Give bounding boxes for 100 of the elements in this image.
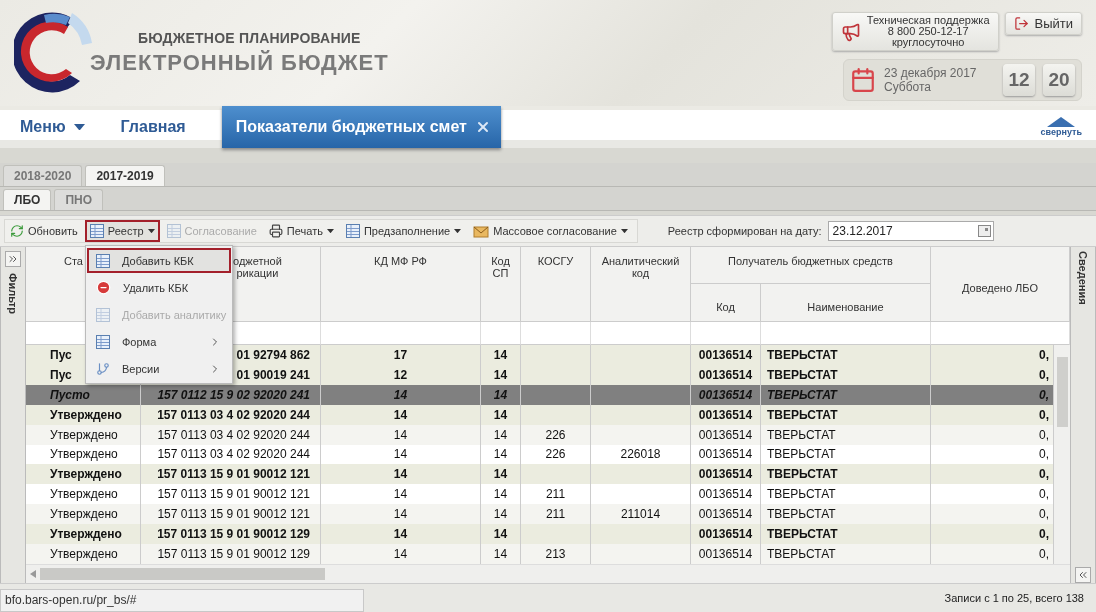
table-cell: 226 bbox=[545, 427, 566, 442]
table-cell: ТВЕРЬСТАТ bbox=[767, 347, 838, 362]
table-cell: Пус bbox=[50, 367, 72, 382]
table-cell: 01 92794 862 bbox=[236, 347, 310, 362]
table-row[interactable]: Утверждено 157 0113 15 9 01 90012 121 14 14 211 00136514 ТВЕРЬСТАТ 0, bbox=[26, 484, 1054, 505]
info-label[interactable]: Сведения bbox=[1077, 251, 1089, 305]
table-cell: 0, bbox=[1039, 507, 1049, 522]
table-cell: 0, bbox=[1039, 347, 1049, 362]
nav-tab[interactable]: Показатели бюджетных смет bbox=[221, 106, 501, 148]
table-cell: 00136514 bbox=[698, 467, 753, 482]
chevrons-icon bbox=[7, 253, 19, 265]
brand-subtitle: БЮДЖЕТНОЕ ПЛАНИРОВАНИЕ bbox=[138, 30, 362, 46]
toolbar-button[interactable]: Обновить bbox=[5, 220, 83, 242]
table-icon bbox=[96, 253, 110, 268]
table-cell: 00136514 bbox=[698, 507, 753, 522]
table-icon bbox=[96, 334, 110, 349]
table-cell: Пус bbox=[50, 347, 72, 362]
table-cell: 14 bbox=[393, 547, 408, 561]
table-cell: 0, bbox=[1039, 527, 1049, 542]
toolbar-button[interactable]: Печать bbox=[263, 220, 339, 242]
table-cell: 14 bbox=[493, 507, 508, 522]
scroll-left-icon[interactable] bbox=[30, 570, 36, 578]
table-cell: 211 bbox=[545, 487, 566, 502]
table-cell: 14 bbox=[493, 367, 508, 382]
table-cell: 14 bbox=[393, 387, 408, 402]
weekday-text: Суббота bbox=[884, 80, 932, 94]
table-row[interactable]: Утверждено 157 0113 03 4 02 92020 244 14 14 226 226018 00136514 ТВЕРЬСТАТ 0, bbox=[26, 444, 1054, 465]
date-text: 23 декабря 2017 bbox=[884, 66, 978, 80]
calendar-icon[interactable] bbox=[977, 225, 991, 237]
table-row[interactable]: Утверждено 157 0113 03 4 02 92020 244 14 14 226 00136514 ТВЕРЬСТАТ 0, bbox=[26, 424, 1054, 445]
table-cell: 00136514 bbox=[698, 387, 753, 402]
caret-icon bbox=[326, 228, 334, 234]
table-cell: 00136514 bbox=[698, 427, 753, 442]
table-cell: Утверждено bbox=[50, 507, 118, 522]
table-cell: ТВЕРЬСТАТ bbox=[767, 367, 838, 382]
collapse-link[interactable]: свернуть bbox=[1040, 106, 1096, 148]
menu-item[interactable]: Добавить КБК bbox=[87, 248, 231, 273]
nav-tab[interactable]: Главная bbox=[120, 106, 204, 148]
table-row[interactable]: Утверждено 157 0113 03 4 02 92020 244 14 14 00136514 ТВЕРЬСТАТ 0, bbox=[26, 404, 1054, 425]
table-cell: 00136514 bbox=[698, 527, 753, 542]
table-cell: 157 0113 15 9 01 90012 129 bbox=[157, 527, 310, 542]
table-row[interactable]: Пусто 157 0112 15 9 02 92020 241 14 14 00136514 ТВЕРЬСТАТ 0, bbox=[26, 384, 1054, 405]
table-cell: 157 0113 03 4 02 92020 244 bbox=[157, 447, 310, 462]
table-cell: Утверждено bbox=[50, 547, 118, 561]
table-cell: 213 bbox=[545, 547, 566, 561]
table-cell: 0, bbox=[1039, 427, 1049, 442]
table-cell: 211 bbox=[545, 507, 566, 522]
table-cell: Утверждено bbox=[50, 427, 118, 442]
table-cell: 14 bbox=[393, 527, 408, 542]
remove-icon bbox=[96, 280, 111, 295]
table-cell: ТВЕРЬСТАТ bbox=[767, 547, 836, 561]
exit-icon bbox=[1013, 16, 1029, 31]
megaphone-icon bbox=[840, 21, 861, 42]
column-header: Получатель бюджетных средств bbox=[691, 247, 931, 284]
table-icon bbox=[89, 224, 104, 238]
date-field[interactable]: 23.12.2017 bbox=[827, 221, 994, 241]
table-cell: 14 bbox=[493, 427, 508, 442]
horizontal-scrollbar[interactable] bbox=[26, 564, 1070, 583]
toolbar-button[interactable]: Предзаполнение bbox=[340, 220, 467, 242]
sub-tab[interactable]: ЛБО bbox=[3, 189, 52, 210]
table-cell: 0, bbox=[1039, 447, 1049, 462]
table-cell: 0, bbox=[1039, 547, 1049, 561]
table-cell: ТВЕРЬСТАТ bbox=[767, 467, 838, 482]
toolbar-button[interactable]: Массовое согласование bbox=[468, 220, 633, 242]
table-cell: 14 bbox=[493, 347, 508, 362]
collapse-button[interactable] bbox=[1075, 567, 1091, 583]
table-cell: 14 bbox=[493, 527, 508, 542]
vertical-scrollbar[interactable] bbox=[1054, 345, 1070, 564]
table-cell: Утверждено bbox=[50, 527, 122, 542]
table-row[interactable]: Утверждено 157 0113 15 9 01 90012 121 14 14 00136514 ТВЕРЬСТАТ 0, bbox=[26, 464, 1054, 485]
table-cell: ТВЕРЬСТАТ bbox=[767, 387, 837, 402]
table-row[interactable]: Утверждено 157 0113 15 9 01 90012 129 14 14 00136514 ТВЕРЬСТАТ 0, bbox=[26, 524, 1054, 545]
logout-button[interactable]: Выйти bbox=[1004, 12, 1082, 35]
table-cell: ТВЕРЬСТАТ bbox=[767, 527, 838, 542]
date-label: Реестр сформирован на дату: bbox=[667, 225, 822, 237]
table-cell: 157 0113 15 9 01 90012 121 bbox=[157, 507, 310, 522]
table-cell: 157 0113 03 4 02 92020 244 bbox=[157, 407, 310, 422]
table-icon bbox=[96, 307, 110, 322]
support-button[interactable]: Техническая поддержка 8 800 250-12-17 круглосуточно bbox=[831, 12, 999, 51]
year-tab[interactable]: 2017-2019 bbox=[85, 165, 165, 186]
table-cell: 14 bbox=[493, 387, 508, 402]
table-cell: 14 bbox=[393, 407, 408, 422]
table-cell: 12 bbox=[393, 367, 408, 382]
brand-title: ЭЛЕКТРОННЫЙ БЮДЖЕТ bbox=[90, 50, 389, 76]
table-cell: ТВЕРЬСТАТ bbox=[767, 427, 836, 442]
caret-icon bbox=[73, 123, 85, 131]
table-cell: ТВЕРЬСТАТ bbox=[767, 487, 836, 502]
table-row[interactable]: Утверждено 157 0113 15 9 01 90012 129 14 14 213 00136514 ТВЕРЬСТАТ 0, bbox=[26, 544, 1054, 564]
table-cell: 14 bbox=[493, 467, 508, 482]
table-cell: 157 0113 15 9 01 90012 121 bbox=[157, 487, 310, 502]
expand-button[interactable] bbox=[5, 251, 21, 267]
table-cell: 14 bbox=[393, 427, 408, 442]
table-cell: 00136514 bbox=[698, 447, 753, 462]
table-row[interactable]: Утверждено 157 0113 15 9 01 90012 121 14 14 211 211014 00136514 ТВЕРЬСТАТ 0, bbox=[26, 504, 1054, 525]
nav-tab[interactable]: Меню bbox=[20, 106, 103, 148]
clock-minutes: 20 bbox=[1043, 64, 1075, 96]
table-cell: 226 bbox=[545, 447, 566, 462]
toolbar-button[interactable]: Реестр bbox=[84, 220, 160, 242]
filter-label[interactable]: Фильтр bbox=[7, 273, 19, 315]
branch-icon bbox=[96, 361, 110, 376]
